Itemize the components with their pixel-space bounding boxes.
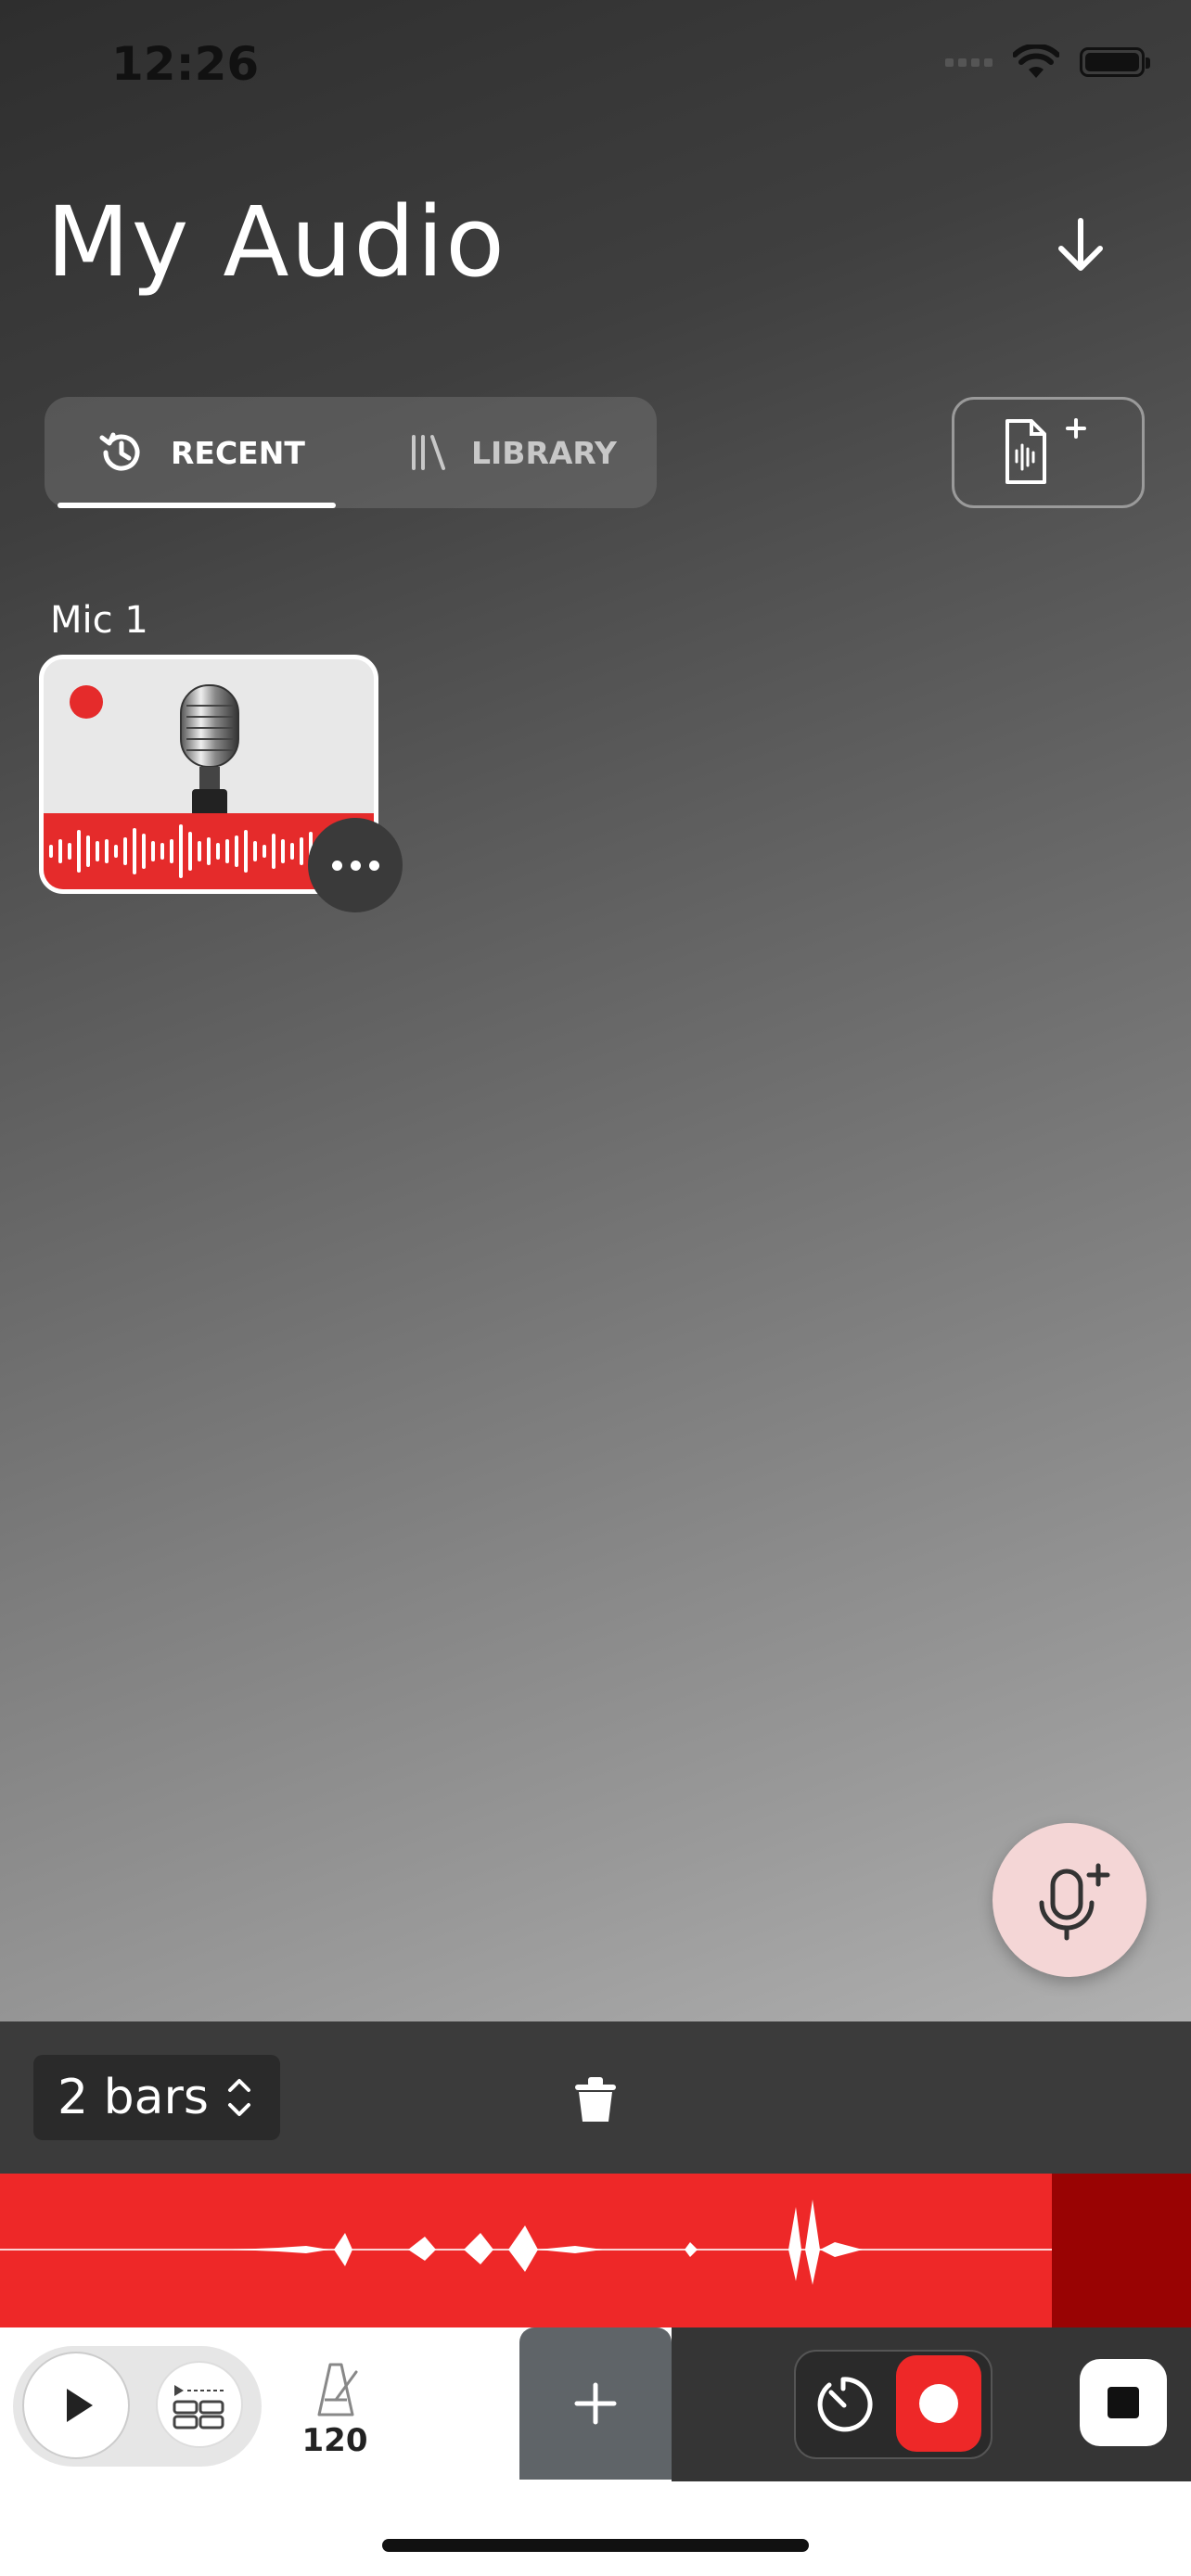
- waveform-graphic: [0, 2200, 1052, 2285]
- history-icon: [99, 432, 140, 471]
- status-icons: [945, 45, 1150, 80]
- signal-icon: [945, 57, 992, 67]
- timer-icon[interactable]: [803, 2365, 883, 2444]
- screen: 12:26 My Audio RECENT LIBRARY Mic 1 2 ba…: [0, 0, 1191, 2576]
- bars-length-select[interactable]: 2 bars: [33, 2055, 280, 2140]
- tempo-value[interactable]: 120: [278, 2422, 391, 2459]
- tab-active-indicator: [58, 503, 336, 508]
- plus-icon: [574, 2382, 617, 2425]
- play-icon: [67, 2389, 93, 2422]
- waveform-timeline[interactable]: [0, 2174, 1191, 2327]
- battery-icon: [1080, 47, 1150, 77]
- wifi-icon: [1013, 45, 1059, 78]
- loop-grid-button[interactable]: [156, 2361, 243, 2448]
- tab-library[interactable]: LIBRARY: [406, 397, 617, 508]
- new-audio-file-button[interactable]: [952, 397, 1145, 508]
- home-indicator[interactable]: [382, 2539, 809, 2552]
- arrow-down-icon[interactable]: [1048, 213, 1113, 278]
- new-audio-file-icon: [1005, 418, 1086, 484]
- track-name: Mic 1: [50, 599, 148, 642]
- library-icon: [412, 435, 445, 470]
- record-button[interactable]: [896, 2355, 981, 2452]
- tab-recent-label: RECENT: [171, 434, 305, 471]
- page-title: My Audio: [46, 185, 506, 299]
- status-time: 12:26: [111, 37, 260, 91]
- add-mic-button[interactable]: [992, 1823, 1146, 1977]
- waveform-end-region: [1052, 2174, 1191, 2327]
- stop-button[interactable]: [1080, 2359, 1167, 2446]
- bars-length-label: 2 bars: [58, 2070, 209, 2125]
- home-area: [0, 2481, 1191, 2576]
- mic-plus-icon: [1039, 1863, 1110, 1941]
- add-button[interactable]: [519, 2327, 672, 2480]
- tab-bar: RECENT LIBRARY: [45, 397, 657, 508]
- metronome-icon[interactable]: [299, 2359, 373, 2418]
- tab-recent[interactable]: RECENT: [93, 397, 305, 508]
- microphone-image: [180, 684, 239, 817]
- track-more-button[interactable]: [308, 818, 403, 912]
- tab-library-label: LIBRARY: [471, 434, 617, 471]
- chevron-up-down-icon: [227, 2079, 250, 2116]
- recording-indicator: [70, 685, 103, 719]
- loop-grid-icon: [173, 2385, 224, 2429]
- trash-icon[interactable]: [573, 2075, 618, 2123]
- play-button[interactable]: [22, 2352, 130, 2459]
- more-dots-icon: [331, 860, 342, 871]
